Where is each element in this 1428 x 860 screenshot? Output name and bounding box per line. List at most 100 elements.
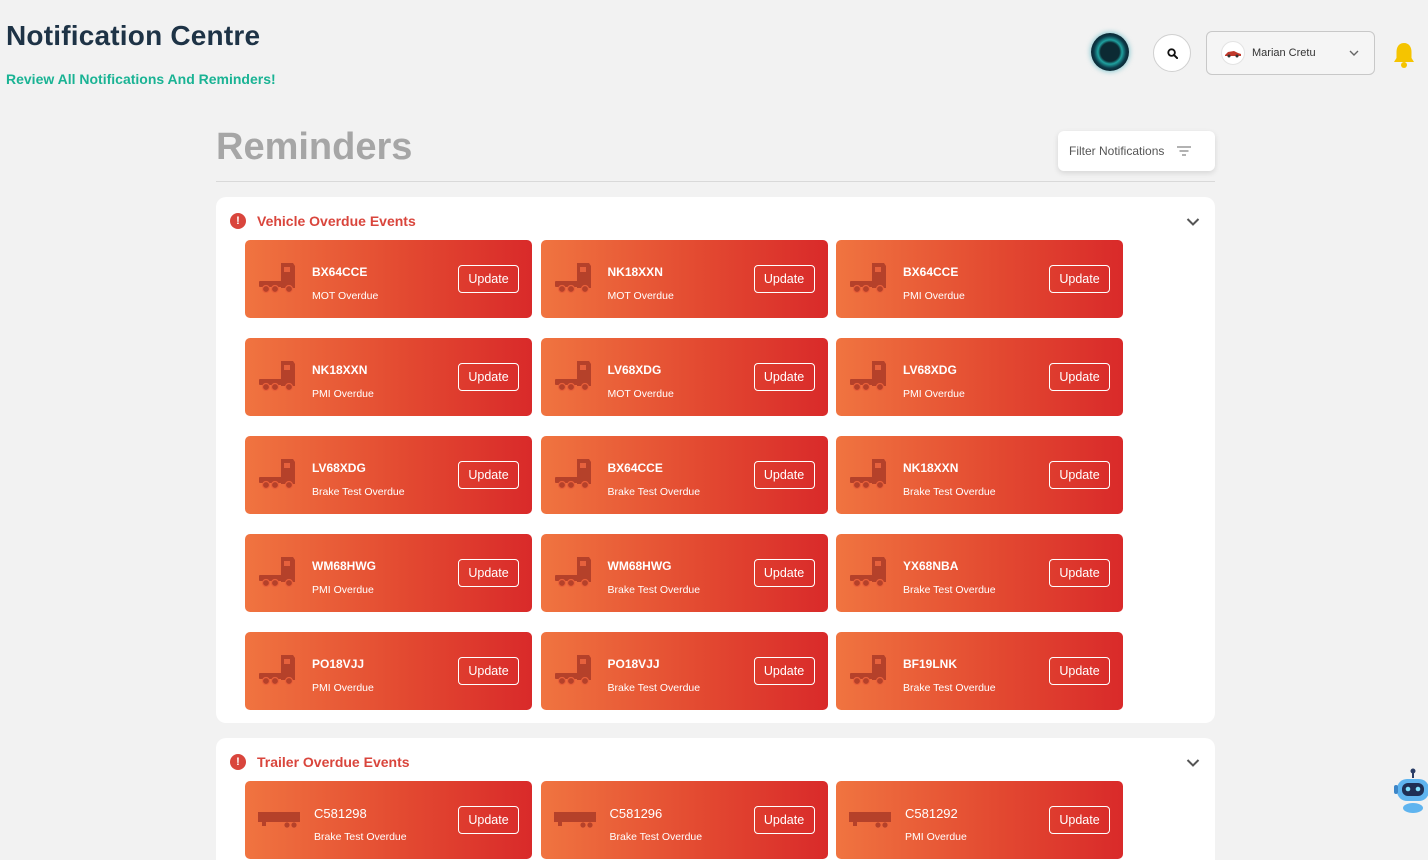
event-type: Brake Test Overdue (314, 831, 407, 843)
page-subtitle: Review All Notifications And Reminders! (6, 71, 276, 87)
event-type: Brake Test Overdue (903, 682, 996, 694)
update-button[interactable]: Update (1049, 559, 1110, 587)
update-button[interactable]: Update (458, 559, 519, 587)
update-button[interactable]: Update (753, 657, 815, 685)
registration-number: LV68XDG (607, 363, 662, 377)
truck-icon (553, 360, 595, 397)
divider (216, 181, 1215, 182)
vehicle-event-card: WM68HWG Brake Test Overdue Update (540, 534, 828, 612)
chevron-down-icon[interactable] (1185, 755, 1201, 771)
update-button[interactable]: Update (458, 657, 519, 685)
vehicle-event-card: NK18XXN MOT Overdue Update (540, 240, 828, 318)
event-type: PMI Overdue (312, 584, 374, 596)
trailer-event-card: C581296 Brake Test Overdue Update (540, 781, 828, 859)
event-type: PMI Overdue (312, 388, 374, 400)
vehicle-event-card: PO18VJJ Brake Test Overdue Update (540, 632, 828, 710)
truck-icon (848, 654, 890, 691)
search-button[interactable] (1153, 34, 1191, 72)
event-type: Brake Test Overdue (312, 486, 405, 498)
update-button[interactable]: Update (1049, 363, 1110, 391)
update-button[interactable]: Update (753, 559, 815, 587)
truck-icon (257, 360, 299, 397)
trailer-icon (848, 811, 892, 834)
panel-title: Trailer Overdue Events (257, 754, 410, 770)
registration-number: C581296 (609, 806, 663, 821)
truck-icon (257, 556, 299, 593)
event-type: PMI Overdue (905, 831, 967, 843)
vehicle-event-card: NK18XXN PMI Overdue Update (245, 338, 532, 416)
vehicle-event-card: LV68XDG PMI Overdue Update (836, 338, 1123, 416)
user-menu-dropdown[interactable]: Marian Cretu (1206, 31, 1375, 75)
bell-icon[interactable] (1392, 41, 1416, 69)
search-icon (1166, 47, 1178, 59)
trailer-card-grid: C581298 Brake Test Overdue Update C581296 Br… (245, 781, 1123, 859)
update-button[interactable]: Update (753, 265, 815, 293)
registration-number: C581292 (905, 806, 958, 821)
truck-icon (848, 556, 890, 593)
trailer-overdue-panel: ! Trailer Overdue Events C581298 Brake Te… (216, 738, 1215, 860)
registration-number: PO18VJJ (607, 657, 660, 671)
registration-number: LV68XDG (312, 461, 366, 475)
filter-notifications-button[interactable]: Filter Notifications (1058, 131, 1215, 171)
panel-header: ! Vehicle Overdue Events (230, 213, 416, 229)
event-type: Brake Test Overdue (607, 682, 701, 694)
chevron-down-icon[interactable] (1185, 214, 1201, 230)
filter-label: Filter Notifications (1069, 144, 1165, 158)
update-button[interactable]: Update (458, 806, 519, 834)
registration-number: BX64CCE (903, 265, 959, 279)
truck-icon (257, 262, 299, 299)
vehicle-event-card: YX68NBA Brake Test Overdue Update (836, 534, 1123, 612)
filter-icon (1177, 146, 1192, 156)
truck-icon (553, 458, 595, 495)
update-button[interactable]: Update (458, 461, 519, 489)
registration-number: YX68NBA (903, 559, 959, 573)
event-type: MOT Overdue (607, 290, 674, 302)
event-type: Brake Test Overdue (609, 831, 703, 843)
vehicle-event-card: BX64CCE Brake Test Overdue Update (540, 436, 828, 514)
page-title: Notification Centre (6, 20, 261, 51)
event-type: PMI Overdue (903, 388, 965, 400)
update-button[interactable]: Update (1049, 265, 1110, 293)
trailer-event-card: C581298 Brake Test Overdue Update (245, 781, 532, 859)
event-type: MOT Overdue (607, 388, 674, 400)
truck-icon (257, 654, 299, 691)
update-button[interactable]: Update (1049, 806, 1110, 834)
truck-icon (848, 360, 890, 397)
update-button[interactable]: Update (753, 806, 815, 834)
panel-header: ! Trailer Overdue Events (230, 754, 410, 770)
update-button[interactable]: Update (1049, 461, 1110, 489)
alert-icon: ! (230, 754, 246, 770)
truck-icon (848, 262, 890, 299)
vehicle-card-grid: BX64CCE MOT Overdue Update NK18XXN MOT Overd… (245, 240, 1123, 710)
vehicle-event-card: NK18XXN Brake Test Overdue Update (836, 436, 1123, 514)
truck-icon (553, 654, 595, 691)
registration-number: BX64CCE (607, 461, 663, 475)
alert-icon: ! (230, 213, 246, 229)
registration-number: LV68XDG (903, 363, 957, 377)
event-type: Brake Test Overdue (903, 584, 996, 596)
trailer-icon (257, 811, 301, 834)
vehicle-event-card: LV68XDG Brake Test Overdue Update (245, 436, 532, 514)
update-button[interactable]: Update (458, 363, 519, 391)
update-button[interactable]: Update (753, 363, 815, 391)
event-type: Brake Test Overdue (607, 584, 701, 596)
update-button[interactable]: Update (753, 461, 815, 489)
update-button[interactable]: Update (1049, 657, 1110, 685)
vehicle-overdue-panel: ! Vehicle Overdue Events BX64CCE MOT Over… (216, 197, 1215, 723)
registration-number: BF19LNK (903, 657, 958, 671)
event-type: Brake Test Overdue (607, 486, 701, 498)
panel-title: Vehicle Overdue Events (257, 213, 416, 229)
registration-number: NK18XXN (607, 265, 663, 279)
truck-icon (553, 556, 595, 593)
registration-number: WM68HWG (312, 559, 376, 573)
truck-icon (553, 262, 595, 299)
event-type: MOT Overdue (312, 290, 379, 302)
update-button[interactable]: Update (458, 265, 519, 293)
ai-orb-icon[interactable] (1091, 33, 1129, 71)
robot-icon[interactable] (1394, 768, 1428, 814)
registration-number: BX64CCE (312, 265, 368, 279)
section-heading: Reminders (216, 126, 413, 168)
registration-number: NK18XXN (903, 461, 959, 475)
event-type: Brake Test Overdue (903, 486, 996, 498)
trailer-event-card: C581292 PMI Overdue Update (836, 781, 1123, 859)
